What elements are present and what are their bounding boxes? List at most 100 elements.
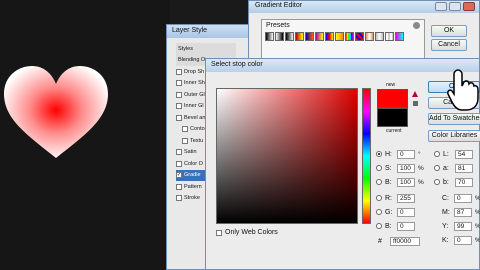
red-row: R: 255 [376, 192, 415, 204]
color-libraries-button[interactable]: Color Libraries [428, 130, 480, 142]
preset-swatch[interactable] [385, 32, 394, 41]
hue-label: H: [385, 150, 392, 158]
style-item-label: Blending O [178, 57, 206, 64]
minimize-icon[interactable] [435, 2, 447, 11]
checkbox[interactable] [176, 183, 182, 190]
gear-icon[interactable] [413, 22, 420, 29]
maximize-icon[interactable] [449, 2, 461, 11]
saturation-radio[interactable] [376, 165, 382, 171]
black-input[interactable]: 0 [454, 235, 472, 245]
brightness-input[interactable]: 100 [397, 177, 415, 187]
lab-a-radio[interactable] [434, 165, 440, 171]
new-color-swatch [377, 89, 408, 108]
lab-a-input[interactable]: 81 [455, 163, 473, 173]
current-color-swatch[interactable] [377, 108, 408, 127]
checkbox[interactable] [176, 68, 182, 75]
style-item-label: Conto [190, 126, 205, 133]
lab-l-input[interactable]: 54 [455, 149, 473, 159]
red-radio[interactable] [376, 195, 382, 201]
close-icon[interactable] [463, 2, 475, 11]
checkbox[interactable] [182, 126, 188, 133]
green-label: G: [385, 208, 393, 216]
saturation-input[interactable]: 100 [397, 163, 415, 173]
black-unit: % [475, 237, 480, 244]
red-label: R: [385, 194, 392, 202]
checkbox[interactable] [182, 137, 188, 144]
green-radio[interactable] [376, 209, 382, 215]
black-label: K: [442, 236, 449, 244]
yellow-row: Y: 99 % [442, 220, 480, 232]
checkbox[interactable] [176, 149, 182, 156]
style-item-label: Satin [184, 149, 197, 156]
style-item-label: Drop Sh [184, 68, 205, 75]
preset-swatch[interactable] [305, 32, 314, 41]
hue-radio[interactable] [376, 151, 382, 157]
magenta-input[interactable]: 87 [454, 207, 472, 217]
style-item-label: Bevel an [184, 114, 206, 121]
preset-swatch[interactable] [355, 32, 364, 41]
hue-input[interactable]: 0 [397, 149, 415, 159]
blue-input[interactable]: 0 [397, 221, 415, 231]
preset-swatch[interactable] [335, 32, 344, 41]
checkbox[interactable] [176, 114, 182, 121]
preset-swatch[interactable] [395, 32, 404, 41]
lab-l-radio[interactable] [434, 151, 440, 157]
checkbox[interactable] [176, 91, 182, 98]
cyan-input[interactable]: 0 [454, 193, 472, 203]
magenta-row: M: 87 % [442, 206, 480, 218]
checkbox[interactable] [176, 80, 182, 87]
checkbox[interactable] [176, 103, 182, 110]
style-item-label: Color O [184, 160, 203, 167]
preset-swatch[interactable] [365, 32, 374, 41]
style-item-label: Inner Gl [184, 103, 204, 110]
color-field[interactable] [216, 88, 358, 224]
only-web-colors[interactable]: Only Web Colors [216, 229, 278, 236]
checkbox[interactable] [176, 160, 182, 167]
red-input[interactable]: 255 [397, 193, 415, 203]
lab-b-radio[interactable] [434, 179, 440, 185]
preset-swatch[interactable] [275, 32, 284, 41]
green-input[interactable]: 0 [397, 207, 415, 217]
new-color-label: new [386, 82, 396, 88]
cyan-label: C: [442, 194, 449, 202]
hex-input[interactable]: ff0000 [390, 236, 420, 246]
checkbox[interactable] [216, 229, 222, 236]
preset-swatch[interactable] [265, 32, 274, 41]
gamut-warning-icon[interactable] [412, 91, 418, 97]
style-item-label: Textu [190, 137, 204, 144]
heart-shape [4, 66, 108, 158]
pointer-cursor-icon [447, 69, 479, 111]
hue-slider[interactable] [362, 88, 371, 224]
hue-row: H: 0 ° [376, 148, 421, 160]
style-item-label: Stroke [184, 195, 200, 202]
green-row: G: 0 [376, 206, 415, 218]
layer-style-title: Layer Style [167, 25, 255, 38]
checkbox-checked[interactable]: ✓ [176, 172, 182, 179]
yellow-input[interactable]: 99 [454, 221, 472, 231]
brightness-radio[interactable] [376, 179, 382, 185]
preset-swatch[interactable] [315, 32, 324, 41]
web-safe-cube-icon[interactable] [413, 101, 418, 106]
style-item-label: Inner Sh [184, 80, 205, 87]
black-row: K: 0 % [442, 234, 480, 246]
style-item-label: Pattern [184, 183, 202, 190]
preset-swatch[interactable] [375, 32, 384, 41]
add-to-swatches-button[interactable]: Add To Swatches [428, 113, 480, 125]
gradient-cancel-button[interactable]: Cancel [431, 39, 467, 51]
preset-swatch[interactable] [325, 32, 334, 41]
yellow-label: Y: [442, 222, 449, 230]
color-picker-title: Select stop color [206, 59, 479, 72]
lab-b-input[interactable]: 70 [455, 177, 473, 187]
preset-swatch[interactable] [345, 32, 354, 41]
styles-header-label: Styles [178, 45, 193, 52]
preset-swatch[interactable] [295, 32, 304, 41]
checkbox[interactable] [176, 195, 182, 202]
hue-unit: ° [418, 150, 421, 158]
lab-a-row: a: 81 [434, 162, 473, 174]
preset-swatch[interactable] [285, 32, 294, 41]
gradient-ok-button[interactable]: OK [431, 25, 467, 37]
blue-radio[interactable] [376, 223, 382, 229]
magenta-label: M: [442, 208, 450, 216]
brightness-row: B: 100 % [376, 176, 424, 188]
only-web-colors-label: Only Web Colors [225, 229, 278, 236]
